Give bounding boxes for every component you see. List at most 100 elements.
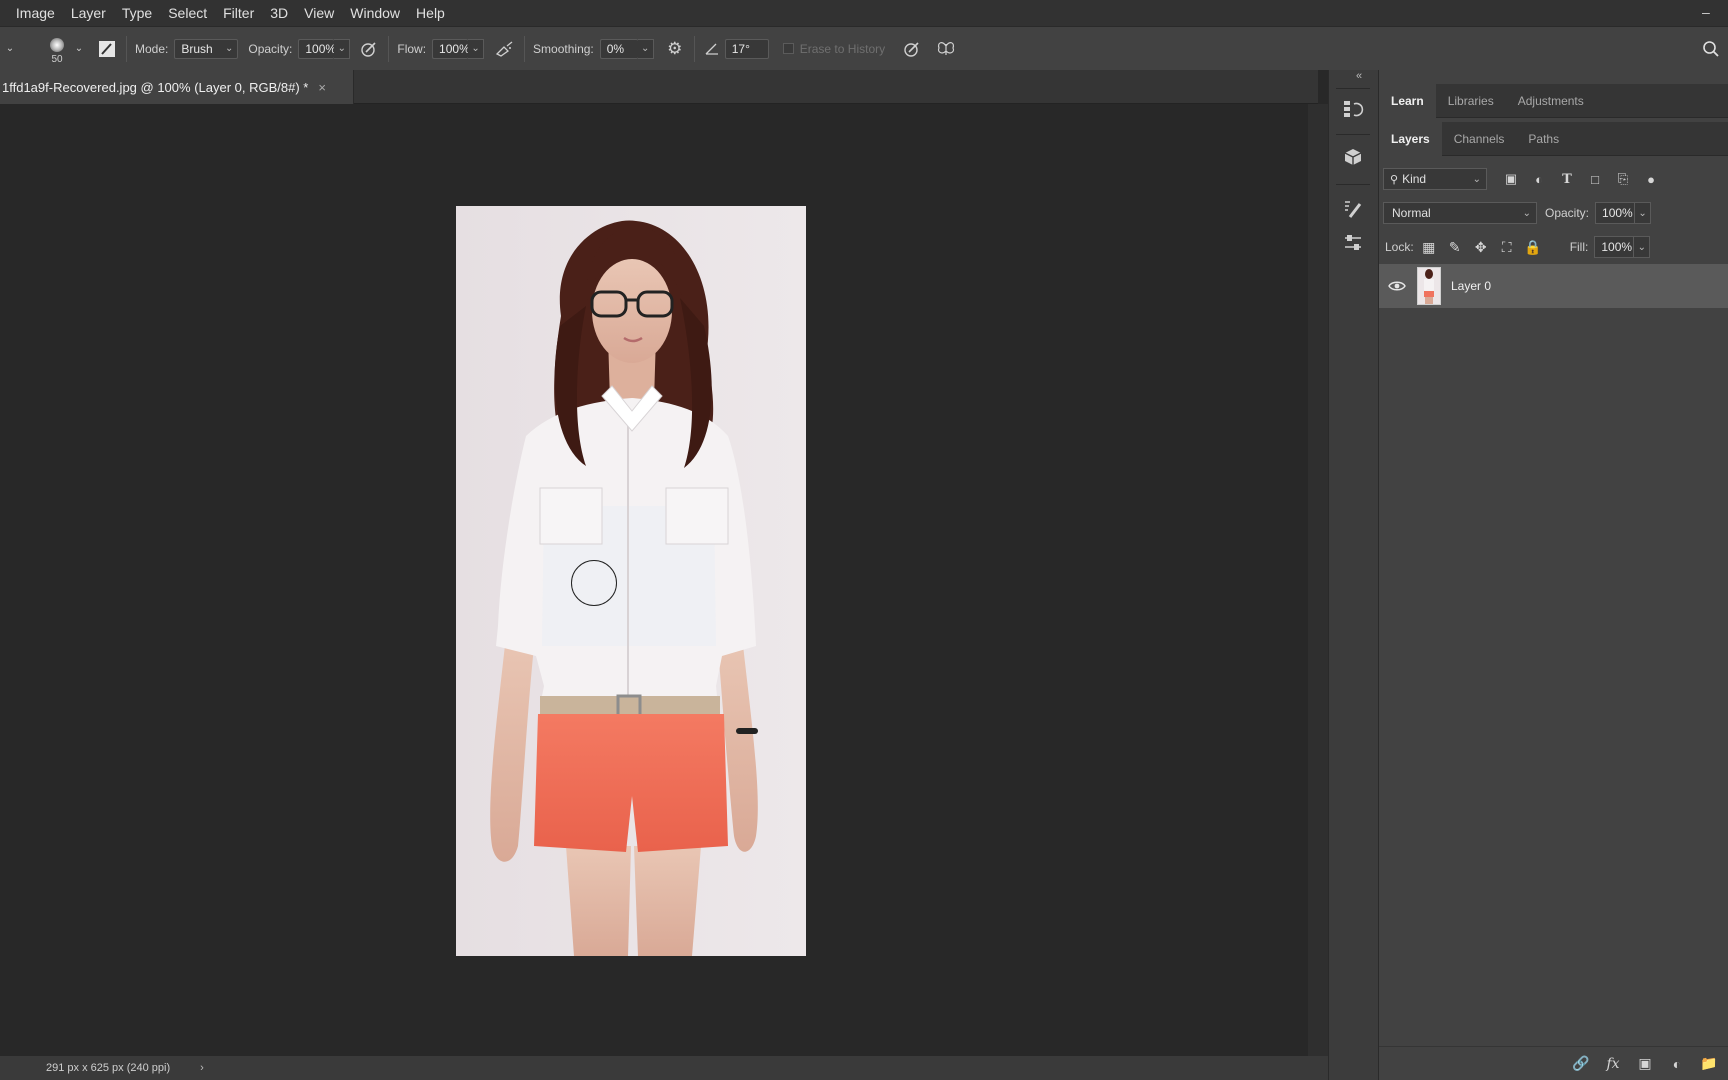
new-adjustment-layer-icon[interactable]: ◐ bbox=[1661, 1053, 1693, 1075]
airbrush-icon[interactable] bbox=[494, 38, 516, 60]
filter-kind-value: Kind bbox=[1402, 172, 1427, 186]
filter-kind-dropdown[interactable]: ⚲ Kind ⌄ bbox=[1383, 168, 1487, 190]
portrait-photo bbox=[456, 206, 806, 956]
fill-chevron-icon[interactable]: ⌄ bbox=[1634, 236, 1651, 258]
menu-3d[interactable]: 3D bbox=[262, 0, 296, 26]
blend-row: Normal ⌄ Opacity: 100% ⌄ bbox=[1379, 200, 1728, 226]
tab-adjustments[interactable]: Adjustments bbox=[1506, 84, 1596, 118]
tab-paths[interactable]: Paths bbox=[1516, 122, 1571, 156]
shape-layer-filter-icon[interactable]: □ bbox=[1581, 168, 1609, 190]
status-bar: 291 px x 625 px (240 ppi) › bbox=[0, 1056, 1328, 1080]
divider bbox=[524, 35, 526, 62]
menu-select[interactable]: Select bbox=[160, 0, 215, 26]
layer-name: Layer 0 bbox=[1451, 279, 1492, 293]
history-icon[interactable] bbox=[1340, 96, 1366, 122]
add-mask-icon[interactable]: ▣ bbox=[1629, 1053, 1661, 1075]
menu-image[interactable]: Image bbox=[8, 0, 63, 26]
fill-field[interactable]: 100% bbox=[1594, 236, 1635, 258]
brush-picker-chevron-icon[interactable]: ⌄ bbox=[72, 38, 86, 60]
layer-opacity-field[interactable]: 100% bbox=[1595, 202, 1636, 224]
new-group-icon[interactable]: 📁 bbox=[1693, 1053, 1725, 1075]
angle-field[interactable]: 17° bbox=[724, 38, 769, 59]
menu-edit[interactable]: t bbox=[0, 0, 8, 26]
search-icon[interactable] bbox=[1700, 38, 1722, 60]
tab-channels[interactable]: Channels bbox=[1442, 122, 1517, 156]
flow-slider-chevron-icon[interactable]: ⌄ bbox=[468, 38, 485, 59]
flow-label: Flow: bbox=[397, 41, 427, 56]
angle-value: 17° bbox=[731, 41, 750, 56]
layer-filter-row: ⚲ Kind ⌄ ▣ ◐ T □ ⎘ ● bbox=[1379, 166, 1728, 192]
menu-layer[interactable]: Layer bbox=[63, 0, 114, 26]
tab-libraries[interactable]: Libraries bbox=[1436, 84, 1506, 118]
document-tab-strip: 1ffd1a9f-Recovered.jpg @ 100% (Layer 0, … bbox=[0, 70, 1318, 104]
chevron-down-icon: ⌄ bbox=[1522, 207, 1531, 219]
lock-position-icon[interactable]: ✥ bbox=[1468, 236, 1494, 258]
chevron-down-icon: ⌄ bbox=[1472, 173, 1481, 185]
document-info[interactable]: 291 px x 625 px (240 ppi) bbox=[46, 1062, 170, 1074]
opacity-value: 100% bbox=[305, 41, 337, 56]
tab-layers[interactable]: Layers bbox=[1379, 122, 1442, 156]
smoothing-slider-chevron-icon[interactable]: ⌄ bbox=[637, 38, 654, 59]
filter-toggle-icon[interactable]: ● bbox=[1637, 168, 1665, 190]
symmetry-butterfly-icon[interactable] bbox=[935, 38, 957, 60]
opacity-field[interactable]: 100% bbox=[298, 38, 337, 59]
brush-preset-picker[interactable]: 50 bbox=[42, 32, 72, 66]
layer-style-fx-icon[interactable]: fx bbox=[1597, 1053, 1629, 1075]
menu-view[interactable]: View bbox=[296, 0, 342, 26]
menu-type[interactable]: Type bbox=[114, 0, 160, 26]
layer-opacity-chevron-icon[interactable]: ⌄ bbox=[1635, 202, 1652, 224]
fill-value: 100% bbox=[1601, 240, 1633, 254]
flow-field[interactable]: 100% bbox=[432, 38, 470, 59]
lock-row: Lock: ▦ ✎ ✥ ⛶ 🔒 Fill: 100% ⌄ bbox=[1379, 234, 1728, 260]
document-tab[interactable]: 1ffd1a9f-Recovered.jpg @ 100% (Layer 0, … bbox=[0, 70, 354, 104]
smoothing-field[interactable]: 0% bbox=[599, 38, 638, 59]
opacity-slider-chevron-icon[interactable]: ⌄ bbox=[334, 38, 351, 59]
flow-value: 100% bbox=[439, 41, 470, 56]
document-image[interactable] bbox=[456, 206, 806, 956]
lock-image-pixels-icon[interactable]: ✎ bbox=[1442, 236, 1468, 258]
brush-settings-toggle-icon[interactable] bbox=[96, 38, 118, 60]
mode-dropdown[interactable]: Brush ⌄ bbox=[174, 38, 239, 59]
tool-preset-chevron-icon[interactable]: ⌄ bbox=[2, 38, 18, 60]
type-layer-filter-icon[interactable]: T bbox=[1553, 168, 1581, 190]
link-layers-icon[interactable]: 🔗 bbox=[1565, 1053, 1597, 1075]
smoothing-options-gear-icon[interactable]: ⚙ bbox=[664, 38, 686, 60]
pressure-opacity-icon[interactable] bbox=[358, 38, 380, 60]
pressure-size-icon[interactable] bbox=[901, 38, 923, 60]
blend-mode-dropdown[interactable]: Normal ⌄ bbox=[1383, 202, 1537, 224]
layer-opacity-value: 100% bbox=[1602, 206, 1633, 220]
vertical-scrollbar[interactable] bbox=[1308, 104, 1328, 1056]
close-icon[interactable]: × bbox=[318, 80, 326, 95]
brush-tip-icon bbox=[50, 37, 64, 52]
erase-to-history-checkbox[interactable] bbox=[782, 43, 794, 54]
menu-help[interactable]: Help bbox=[408, 0, 453, 26]
angle-icon bbox=[703, 38, 721, 60]
smoothing-value: 0% bbox=[606, 41, 625, 56]
properties-icon[interactable] bbox=[1340, 230, 1366, 256]
pixel-layer-filter-icon[interactable]: ▣ bbox=[1497, 168, 1525, 190]
smart-object-filter-icon[interactable]: ⎘ bbox=[1609, 168, 1637, 190]
status-menu-arrow-icon[interactable]: › bbox=[200, 1062, 204, 1074]
lock-all-icon[interactable]: 🔒 bbox=[1520, 236, 1546, 258]
layer-row[interactable]: Layer 0 bbox=[1379, 264, 1728, 308]
mode-label: Mode: bbox=[135, 41, 169, 56]
lock-artboard-icon[interactable]: ⛶ bbox=[1494, 236, 1520, 258]
smoothing-label: Smoothing: bbox=[533, 41, 594, 56]
dock-divider bbox=[1336, 88, 1370, 89]
dock-divider bbox=[1336, 134, 1370, 135]
layers-panel-tabs: Layers Channels Paths bbox=[1379, 122, 1728, 156]
brush-settings-icon[interactable] bbox=[1340, 196, 1366, 222]
menu-window[interactable]: Window bbox=[342, 0, 408, 26]
minimize-button[interactable]: – bbox=[1702, 5, 1716, 19]
eye-visibility-icon[interactable] bbox=[1379, 280, 1415, 292]
menu-bar: t Image Layer Type Select Filter 3D View… bbox=[0, 0, 1728, 26]
adjustment-layer-filter-icon[interactable]: ◐ bbox=[1525, 168, 1553, 190]
divider bbox=[693, 35, 695, 62]
mode-value: Brush bbox=[181, 41, 213, 56]
lock-transparent-pixels-icon[interactable]: ▦ bbox=[1416, 236, 1442, 258]
options-bar: ⌄ 50 ⌄ Mode: Brush ⌄ Opacity: 100% ⌄ Flo… bbox=[0, 26, 1728, 70]
collapse-panels-icon[interactable]: « bbox=[1356, 70, 1362, 82]
menu-filter[interactable]: Filter bbox=[215, 0, 262, 26]
tab-learn[interactable]: Learn bbox=[1379, 84, 1436, 118]
3d-icon[interactable] bbox=[1340, 144, 1366, 170]
